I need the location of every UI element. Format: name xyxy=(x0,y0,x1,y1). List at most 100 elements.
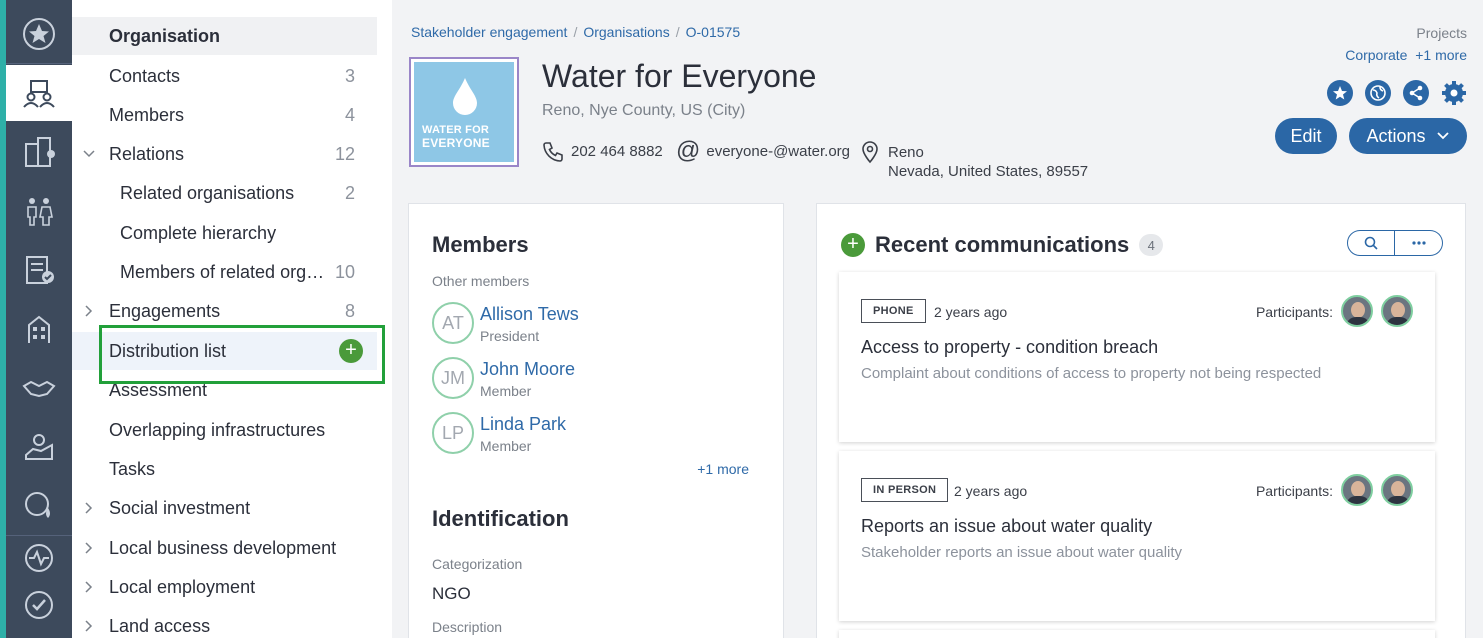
nav-item-label: Tasks xyxy=(109,458,156,479)
participant-avatar[interactable] xyxy=(1341,295,1373,327)
nav-item-overlapping-infrastructures[interactable]: Overlapping infrastructures xyxy=(72,411,377,449)
nav-item-label: Organisation xyxy=(109,25,221,46)
chevron-right-icon[interactable] xyxy=(82,541,96,555)
communications-toolbar xyxy=(1347,230,1443,256)
people-rail-button[interactable] xyxy=(6,183,72,239)
avatar: JM xyxy=(432,357,474,399)
communication-time: 2 years ago xyxy=(954,483,1028,499)
avatar: LP xyxy=(432,412,474,454)
communication-subject[interactable]: Reports an issue about water quality xyxy=(861,516,1152,537)
page-title: Water for Everyone xyxy=(542,58,817,94)
nav-item-label: Land access xyxy=(109,615,211,636)
participant-avatar[interactable] xyxy=(1381,295,1413,327)
communication-subject[interactable]: Access to property - condition breach xyxy=(861,337,1158,358)
description-label: Description xyxy=(432,619,503,635)
member-name-link[interactable]: Linda Park xyxy=(480,414,566,435)
nav-item-label: Overlapping infrastructures xyxy=(109,419,326,440)
nav-item-local-business-development[interactable]: Local business development xyxy=(72,529,377,567)
participants-label: Participants: xyxy=(1255,483,1333,499)
phone-icon xyxy=(543,142,563,162)
nav-item-relations[interactable]: Relations 12 xyxy=(72,135,377,173)
projects-label: Projects xyxy=(1416,25,1467,41)
add-communication-button[interactable]: + xyxy=(841,233,865,257)
communication-type-badge: PHONE xyxy=(861,299,926,323)
app-rail xyxy=(0,0,72,638)
globe-button[interactable] xyxy=(1365,80,1391,106)
communication-type-badge: IN PERSON xyxy=(861,478,949,502)
buildings-rail-button[interactable] xyxy=(6,124,72,180)
breadcrumb-link-stakeholder-engagement[interactable]: Stakeholder engagement xyxy=(411,24,567,40)
member-role: Member xyxy=(480,383,532,399)
nav-item-members-of-related-orgs[interactable]: Members of related org… 10 xyxy=(72,253,377,291)
map-pin-icon xyxy=(25,434,53,460)
edit-button[interactable]: Edit xyxy=(1275,118,1337,154)
land-rail-button[interactable] xyxy=(6,419,72,475)
nav-item-count: 4 xyxy=(344,104,355,125)
more-options-button[interactable] xyxy=(1395,230,1443,256)
chevron-right-icon[interactable] xyxy=(82,580,96,594)
highlight-box xyxy=(99,325,385,384)
favorites-rail-button[interactable] xyxy=(6,6,72,62)
address-line-2: Nevada, United States, 89557 xyxy=(888,163,1089,180)
approvals-rail-button[interactable] xyxy=(6,242,72,298)
chevron-down-icon[interactable] xyxy=(82,147,96,161)
nav-item-members[interactable]: Members 4 xyxy=(72,96,377,134)
agreements-rail-button[interactable] xyxy=(6,360,72,416)
communications-title: Recent communications xyxy=(875,232,1130,257)
nav-item-social-investment[interactable]: Social investment xyxy=(72,489,377,527)
nav-item-organisation[interactable]: Organisation xyxy=(72,17,377,55)
globe-drop-icon xyxy=(25,492,50,518)
nav-item-complete-hierarchy[interactable]: Complete hierarchy xyxy=(72,214,377,252)
nav-item-count: 10 xyxy=(334,261,355,282)
environment-rail-button[interactable] xyxy=(6,478,72,534)
nav-item-land-access[interactable]: Land access xyxy=(72,607,377,638)
member-role: Member xyxy=(480,438,532,454)
participant-avatar[interactable] xyxy=(1341,474,1373,506)
communication-item[interactable]: PHONE 2 years ago Participants: Access t… xyxy=(839,272,1435,442)
nav-item-tasks[interactable]: Tasks xyxy=(72,450,377,488)
chevron-right-icon[interactable] xyxy=(82,619,96,633)
contact-email[interactable]: @ everyone-@water.org xyxy=(676,139,851,163)
tasks-rail-button[interactable] xyxy=(6,577,72,633)
participant-avatar[interactable] xyxy=(1381,474,1413,506)
breadcrumb-separator: / xyxy=(573,24,578,40)
nav-item-label: Members xyxy=(109,104,185,125)
projects-value-text[interactable]: Corporate xyxy=(1345,47,1407,63)
contact-phone[interactable]: 202 464 8882 xyxy=(541,140,663,164)
share-button[interactable] xyxy=(1403,80,1429,106)
check-circle-icon xyxy=(25,591,53,619)
more-members-link[interactable]: +1 more xyxy=(697,461,749,477)
search-icon xyxy=(1364,236,1378,250)
globe-icon xyxy=(1370,85,1386,101)
nav-item-contacts[interactable]: Contacts 3 xyxy=(72,57,377,95)
breadcrumb-current-id[interactable]: O-01575 xyxy=(686,24,740,40)
projects-more-link[interactable]: +1 more xyxy=(1415,47,1467,63)
projects-value[interactable]: Corporate +1 more xyxy=(1345,47,1467,63)
location-pin-icon xyxy=(862,141,878,164)
member-name-link[interactable]: Allison Tews xyxy=(480,304,579,325)
communication-item[interactable]: IN PERSON 2 years ago Participants: Repo… xyxy=(839,451,1435,621)
ellipsis-icon xyxy=(1411,241,1426,245)
favorite-button[interactable] xyxy=(1327,80,1353,106)
contact-address[interactable]: Reno Nevada, United States, 89557 xyxy=(858,140,1088,181)
communication-time: 2 years ago xyxy=(934,304,1008,320)
chevron-right-icon[interactable] xyxy=(82,304,96,318)
breadcrumb-link-organisations[interactable]: Organisations xyxy=(583,24,669,40)
member-name-link[interactable]: John Moore xyxy=(480,359,575,380)
property-rail-button[interactable] xyxy=(6,301,72,357)
communication-item[interactable] xyxy=(839,630,1435,638)
chevron-right-icon[interactable] xyxy=(82,501,96,515)
logo-text-line1: WATER FOR xyxy=(422,124,489,136)
organisation-location: Reno, Nye County, US (City) xyxy=(542,102,746,119)
checklist-icon xyxy=(26,256,54,284)
email-address: everyone-@water.org xyxy=(706,143,851,160)
star-icon xyxy=(1333,86,1347,100)
actions-button[interactable]: Actions xyxy=(1349,118,1467,154)
settings-button[interactable] xyxy=(1441,80,1467,106)
stakeholder-rail-button[interactable] xyxy=(6,65,72,121)
nav-item-related-organisations[interactable]: Related organisations 2 xyxy=(72,174,377,212)
avatar: AT xyxy=(432,302,474,344)
nav-item-local-employment[interactable]: Local employment xyxy=(72,568,377,606)
people-icon xyxy=(27,198,53,226)
search-button[interactable] xyxy=(1347,230,1395,256)
